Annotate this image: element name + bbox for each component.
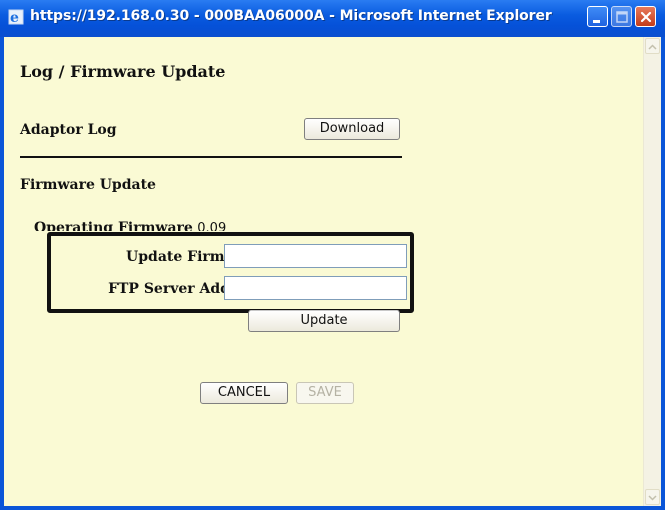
adaptor-log-label: Adaptor Log [20, 122, 117, 138]
window-title: https://192.168.0.30 - 000BAA06000A - Mi… [30, 8, 552, 24]
section-divider [20, 156, 402, 158]
vertical-scrollbar[interactable] [643, 37, 661, 506]
ie-icon: e [8, 9, 24, 26]
close-icon [640, 11, 652, 23]
page-content: Log / Firmware Update Adaptor Log Downlo… [4, 37, 661, 506]
cancel-button[interactable]: CANCEL [200, 382, 288, 404]
download-button[interactable]: Download [304, 118, 400, 140]
operating-firmware-label: Operating Firmware [34, 220, 193, 231]
scroll-up-button[interactable] [645, 38, 660, 54]
update-firmware-input[interactable] [224, 244, 407, 268]
close-button[interactable] [635, 6, 656, 27]
maximize-button[interactable] [611, 6, 632, 27]
page-title: Log / Firmware Update [20, 62, 226, 81]
browser-window: e https://192.168.0.30 - 000BAA06000A - … [0, 0, 665, 510]
scroll-down-button[interactable] [645, 489, 660, 505]
chevron-up-icon [648, 44, 657, 50]
minimize-button[interactable] [587, 6, 608, 27]
ftp-server-address-input[interactable] [224, 276, 407, 300]
minimize-icon [593, 20, 600, 23]
highlight-callout: Update Firmware FTP Server Address [47, 232, 414, 313]
maximize-icon [616, 11, 628, 23]
operating-firmware-row: Operating Firmware 0.09 [34, 220, 226, 231]
save-button[interactable]: SAVE [296, 382, 354, 404]
operating-firmware-value: 0.09 [197, 221, 227, 231]
title-bar[interactable]: e https://192.168.0.30 - 000BAA06000A - … [0, 0, 665, 37]
update-button[interactable]: Update [248, 310, 400, 332]
chevron-down-icon [648, 495, 657, 501]
firmware-update-section-label: Firmware Update [20, 177, 156, 193]
svg-text:e: e [10, 10, 19, 26]
